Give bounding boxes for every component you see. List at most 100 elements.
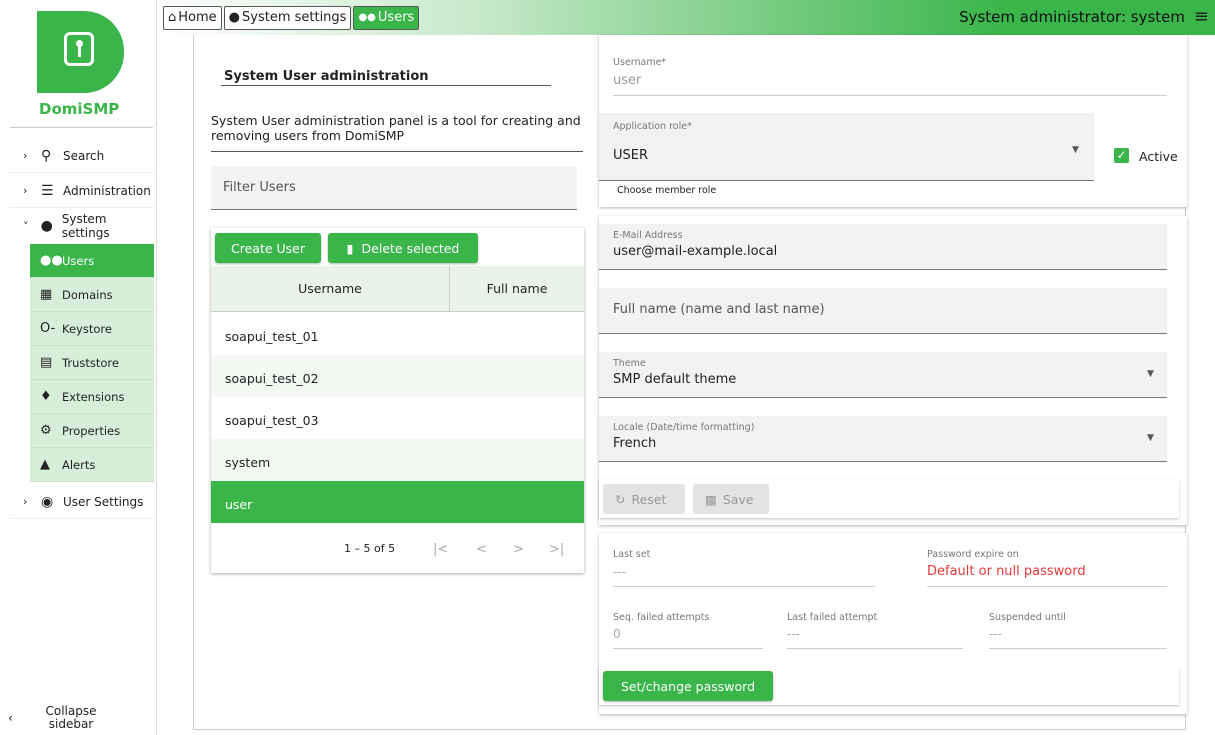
menu-icon[interactable]: ≡	[1194, 6, 1209, 27]
save-button[interactable]: ▩ Save	[693, 484, 769, 514]
sidebar-item-extensions[interactable]: ♦ Extensions	[30, 380, 154, 414]
domains-icon: ▦	[40, 287, 53, 302]
suspended-value: ---	[989, 627, 1002, 641]
users-table-card: Create User ▮ Delete selected Username F…	[211, 228, 584, 573]
sidebar-item-alerts[interactable]: ▲ Alerts	[30, 448, 154, 482]
create-user-button[interactable]: Create User	[215, 233, 321, 263]
sidebar-item-label: Alerts	[62, 457, 96, 472]
sidebar-item-label: Truststore	[62, 355, 119, 370]
sidebar-item-properties[interactable]: ⚙ Properties	[30, 414, 154, 448]
email-field[interactable]: E-Mail Address user@mail-example.local	[599, 224, 1167, 270]
form-actions-bar: ↻ Reset ▩ Save	[599, 480, 1179, 518]
role-value: USER	[613, 148, 649, 163]
column-header-username[interactable]: Username	[211, 266, 450, 311]
username-field: user	[613, 73, 642, 88]
user-account-card: Username* user Application role* USER ▼ …	[599, 35, 1187, 207]
collapse-sidebar-button[interactable]: ‹ Collapse sidebar	[0, 700, 155, 735]
reset-button[interactable]: ↻ Reset	[603, 484, 685, 514]
theme-label: Theme	[613, 358, 646, 369]
delete-label: Delete selected	[361, 240, 460, 256]
application-role-select[interactable]: Application role* USER ▼	[599, 113, 1094, 181]
sidebar: DomiSMP › ⚲ Search › ☰ Administration ˅ …	[0, 0, 157, 735]
locale-label: Locale (Date/time formatting)	[613, 422, 755, 433]
full-name-field[interactable]: Full name (name and last name)	[599, 288, 1167, 334]
chevron-down-icon: ˅	[23, 219, 29, 233]
sidebar-item-label: Search	[63, 148, 105, 163]
last-failed-value: ---	[787, 627, 800, 641]
first-page-icon[interactable]: |<	[433, 542, 448, 557]
sidebar-item-label: Extensions	[62, 389, 125, 404]
table-row[interactable]: soapui_test_03	[211, 397, 584, 439]
table-header: Username Full name	[211, 266, 584, 312]
bell-icon: ▲	[40, 457, 50, 472]
sidebar-item-label: Keystore	[62, 321, 112, 336]
table-row-selected[interactable]: user	[211, 481, 584, 523]
reset-label: Reset	[631, 491, 667, 507]
sidebar-item-truststore[interactable]: ▤ Truststore	[30, 346, 154, 380]
last-page-icon[interactable]: >|	[549, 542, 564, 557]
dropdown-arrow-icon: ▼	[1072, 145, 1079, 155]
breadcrumb: ⌂ Home ● System settings ●● Users	[163, 5, 421, 31]
sidebar-item-keystore[interactable]: O- Keystore	[30, 312, 154, 346]
username-label: Username*	[613, 57, 667, 68]
breadcrumb-system-settings[interactable]: ● System settings	[223, 5, 352, 30]
system-settings-icon: ●	[40, 218, 53, 234]
user-details-card: E-Mail Address user@mail-example.local F…	[599, 216, 1187, 525]
password-actions-bar: Set/change password	[599, 667, 1179, 705]
key-icon: O-	[40, 321, 56, 336]
column-header-full-name[interactable]: Full name	[450, 266, 584, 311]
table-row[interactable]: soapui_test_01	[211, 313, 584, 355]
email-label: E-Mail Address	[613, 230, 683, 241]
locale-value: French	[613, 436, 657, 451]
admin-label: System administrator: system	[959, 8, 1185, 26]
logo-text: DomiSMP	[39, 100, 120, 118]
dropdown-arrow-icon: ▼	[1147, 369, 1154, 379]
domismp-logo: DomiSMP	[37, 11, 127, 121]
role-label: Application role*	[613, 121, 692, 132]
truststore-icon: ▤	[40, 355, 53, 370]
save-label: Save	[722, 491, 754, 507]
sidebar-item-label: User Settings	[63, 494, 144, 509]
set-change-password-button[interactable]: Set/change password	[603, 671, 773, 701]
sidebar-item-search[interactable]: › ⚲ Search	[9, 139, 154, 173]
sidebar-item-users[interactable]: ●● Users	[30, 244, 154, 278]
breadcrumb-label: Home	[178, 10, 217, 25]
home-icon: ⌂	[168, 10, 177, 25]
previous-page-icon[interactable]: <	[476, 542, 487, 557]
delete-selected-button[interactable]: ▮ Delete selected	[328, 233, 478, 263]
password-card: Last set --- Password expire on Default …	[599, 533, 1187, 714]
sidebar-item-domains[interactable]: ▦ Domains	[30, 278, 154, 312]
active-checkbox[interactable]: ✓	[1114, 148, 1129, 163]
sidebar-item-label: Users	[62, 253, 95, 268]
chevron-right-icon: ›	[23, 149, 28, 162]
locale-select[interactable]: Locale (Date/time formatting) French ▼	[599, 416, 1167, 462]
sidebar-item-label: Administration	[63, 183, 151, 198]
chevron-right-icon: ›	[23, 495, 28, 508]
keyhole-icon	[64, 32, 94, 66]
floppy-icon: ▩	[705, 491, 717, 507]
system-settings-icon: ●	[228, 10, 240, 25]
next-page-icon[interactable]: >	[513, 542, 524, 557]
sidebar-item-user-settings[interactable]: › ◉ User Settings	[9, 485, 154, 519]
breadcrumb-home[interactable]: ⌂ Home	[163, 5, 222, 30]
breadcrumb-users[interactable]: ●● Users	[353, 5, 420, 30]
users-icon: ●●	[40, 253, 63, 268]
trash-icon: ▮	[346, 240, 354, 256]
sidebar-item-system-settings[interactable]: ˅ ● System settings	[9, 209, 154, 243]
main-panel: System User administration System User a…	[193, 35, 1187, 730]
users-icon: ●●	[358, 12, 376, 23]
table-row[interactable]: system	[211, 439, 584, 481]
chevron-left-icon: ‹	[8, 710, 13, 725]
active-label: Active	[1139, 149, 1178, 164]
search-icon: ⚲	[41, 147, 52, 164]
puzzle-icon: ♦	[40, 389, 52, 404]
paginator: 1 – 5 of 5 |< < > >|	[211, 528, 584, 568]
paging-range: 1 – 5 of 5	[344, 542, 396, 555]
theme-select[interactable]: Theme SMP default theme ▼	[599, 352, 1167, 398]
failed-attempts-label: Seq. failed attempts	[613, 612, 710, 623]
table-row[interactable]: soapui_test_02	[211, 355, 584, 397]
page-title: System User administration	[224, 69, 429, 84]
breadcrumb-label: System settings	[242, 10, 347, 25]
filter-users-input[interactable]: Filter Users	[211, 166, 577, 210]
sidebar-item-administration[interactable]: › ☰ Administration	[9, 174, 154, 208]
